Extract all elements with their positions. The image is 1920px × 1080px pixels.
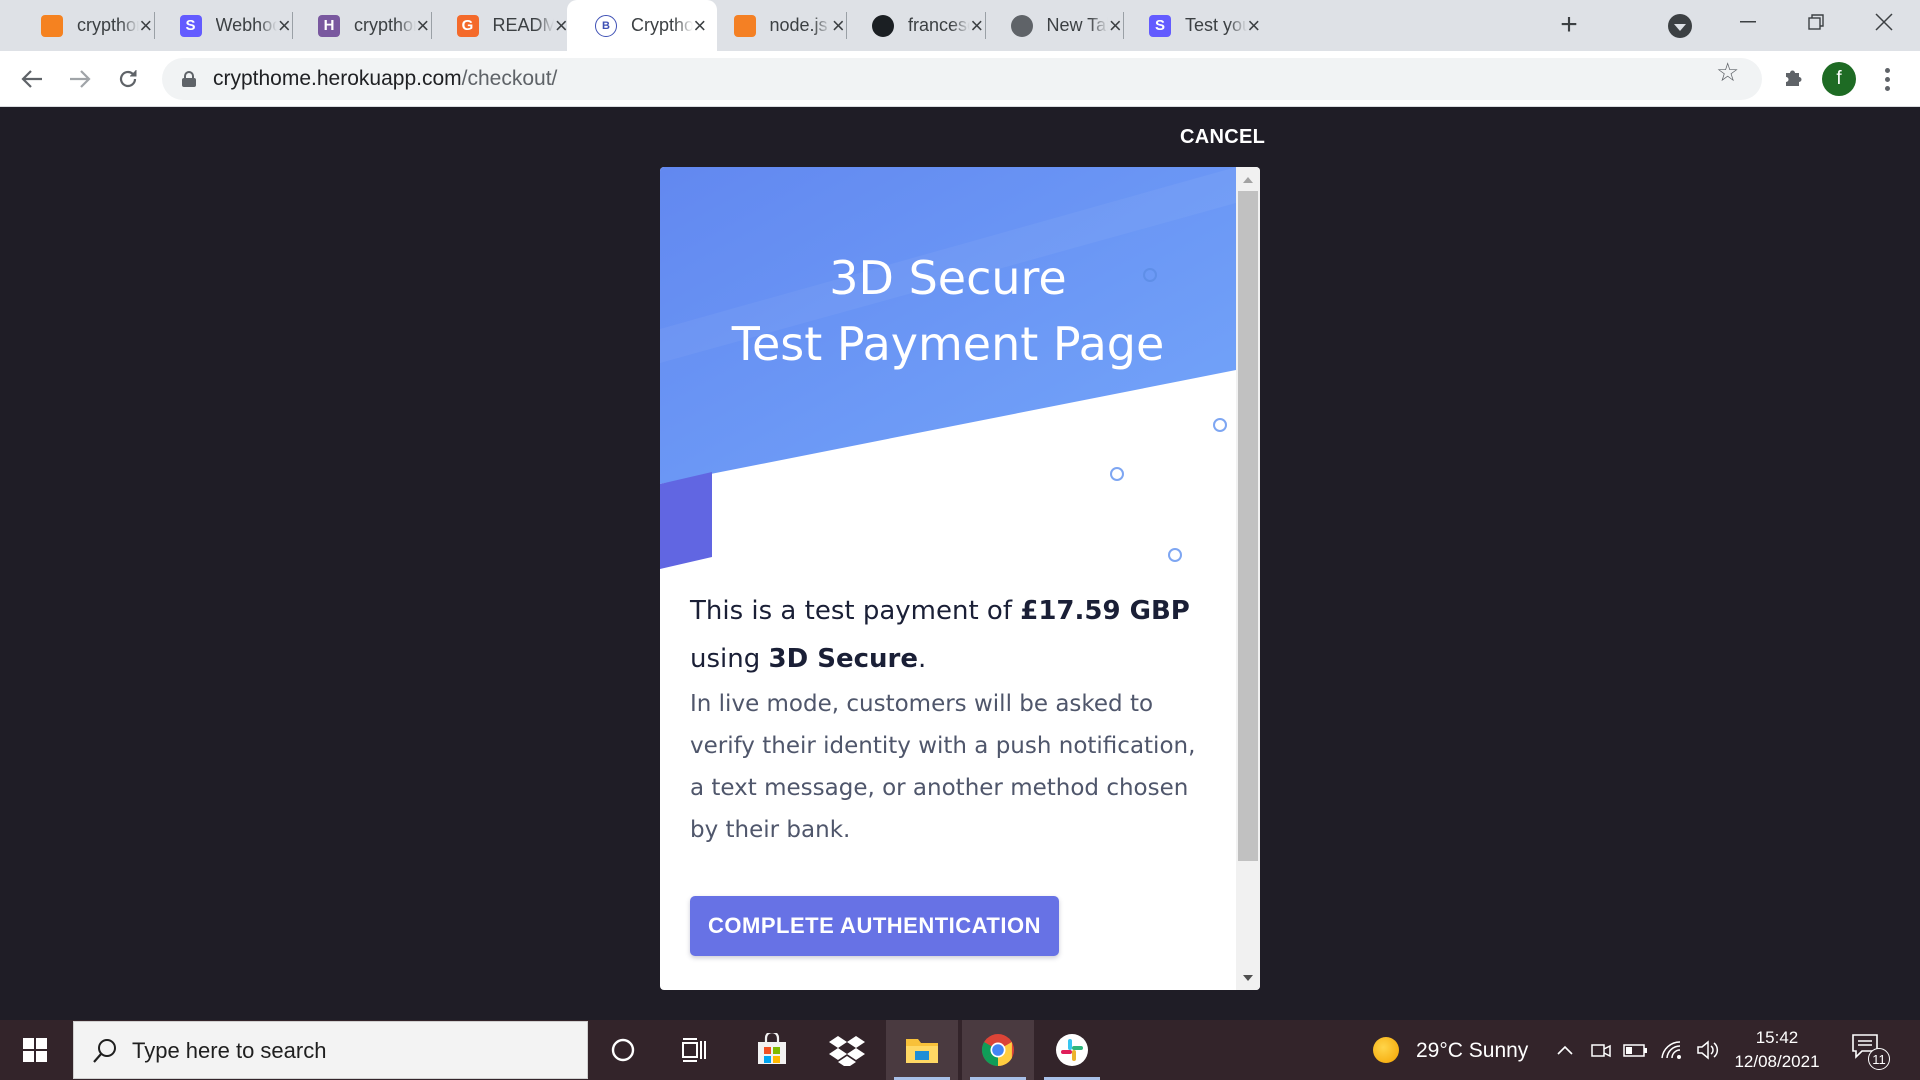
- complete-authentication-button[interactable]: COMPLETE AUTHENTICATION: [690, 896, 1059, 956]
- stripe-icon: S: [1149, 14, 1171, 37]
- tab-title: New Tab: [1046, 15, 1109, 35]
- payment-summary: This is a test payment of £17.59 GBP usi…: [690, 596, 1190, 674]
- chrome-icon: [1010, 14, 1033, 37]
- browser-tab[interactable]: node.js - ×: [706, 0, 856, 51]
- start-button[interactable]: [0, 1020, 70, 1080]
- taskbar-search-box[interactable]: Type here to search: [73, 1021, 588, 1079]
- tab-title: francesco: [908, 15, 970, 35]
- heroku-icon: H: [318, 14, 340, 37]
- tab-title: README: [492, 15, 555, 35]
- weather-text[interactable]: 29°C Sunny: [1416, 1039, 1528, 1063]
- meet-now-icon[interactable]: [1586, 1020, 1616, 1080]
- file-explorer-icon[interactable]: [886, 1020, 958, 1080]
- scroll-down-arrow-icon[interactable]: [1243, 975, 1253, 981]
- hero-background: [660, 167, 1236, 569]
- modal-scrollbar[interactable]: [1236, 167, 1260, 990]
- tab-title: Crypthome: [631, 15, 693, 35]
- github-icon: [872, 14, 894, 37]
- taskbar-clock[interactable]: 15:42 12/08/2021: [1722, 1026, 1832, 1074]
- tab-close-icon[interactable]: ×: [1247, 13, 1261, 39]
- browser-tab[interactable]: crypthome×: [13, 0, 163, 51]
- browser-tab[interactable]: francesco×: [844, 0, 994, 51]
- payment-description: In live mode, customers will be asked to…: [690, 691, 1196, 843]
- bookmark-star-icon[interactable]: ☆: [1716, 57, 1739, 88]
- profile-avatar[interactable]: f: [1822, 62, 1856, 96]
- browser-tab[interactable]: BCrypthome×: [567, 0, 717, 51]
- tab-title: Webhooks: [215, 15, 278, 35]
- close-window-icon[interactable]: [1852, 0, 1916, 44]
- browser-tab-strip: crypthome×SWebhooks×Hcrypthome×GREADME×B…: [0, 0, 1920, 51]
- tray-overflow-chevron-icon[interactable]: [1550, 1020, 1580, 1080]
- payment-modal: 3D Secure Test Payment Page This is a te…: [660, 167, 1260, 990]
- windows-logo-icon: [23, 1038, 47, 1062]
- slack-icon[interactable]: [1036, 1020, 1108, 1080]
- gitbook-icon: G: [456, 14, 479, 37]
- browser-tab[interactable]: Hcrypthome×: [290, 0, 440, 51]
- forward-button[interactable]: [60, 59, 100, 99]
- stripe-icon: S: [179, 14, 202, 37]
- scroll-thumb[interactable]: [1238, 191, 1258, 861]
- cancel-link[interactable]: CANCEL: [1180, 126, 1265, 149]
- tab-title: crypthome: [77, 15, 139, 35]
- task-view-icon[interactable]: [659, 1020, 731, 1080]
- stackoverflow-icon: [733, 14, 756, 37]
- wifi-icon[interactable]: [1656, 1020, 1688, 1080]
- browser-tab[interactable]: GREADME×: [429, 0, 579, 51]
- tab-title: crypthome: [354, 15, 416, 35]
- payment-method: 3D Secure: [768, 644, 918, 674]
- browser-toolbar: crypthome.herokuapp.com/checkout/ ☆ f: [0, 51, 1920, 107]
- dropbox-icon[interactable]: [811, 1020, 883, 1080]
- browser-tab[interactable]: SWebhooks×: [152, 0, 302, 51]
- chrome-taskbar-icon[interactable]: [962, 1020, 1034, 1080]
- notification-center-button[interactable]: 11: [1852, 1034, 1890, 1070]
- new-tab-button[interactable]: +: [1549, 4, 1589, 46]
- url-text[interactable]: crypthome.herokuapp.com/checkout/: [213, 67, 557, 91]
- battery-icon[interactable]: [1620, 1020, 1652, 1080]
- tab-title: Test your: [1185, 15, 1247, 35]
- reload-icon: [119, 70, 137, 88]
- clock-date: 12/08/2021: [1734, 1052, 1820, 1071]
- browser-tab[interactable]: New Tab×: [983, 0, 1133, 51]
- tab-search-icon[interactable]: [1668, 14, 1692, 38]
- volume-icon[interactable]: [1692, 1020, 1724, 1080]
- microsoft-store-icon[interactable]: [736, 1020, 808, 1080]
- browser-menu-icon[interactable]: [1872, 61, 1902, 97]
- browser-tab[interactable]: S Test your×: [1121, 0, 1271, 51]
- windows-taskbar: Type here to search 29°C Sunny 15:42 12/…: [0, 1020, 1920, 1080]
- restore-icon[interactable]: [1784, 0, 1848, 44]
- minimize-icon[interactable]: [1716, 0, 1780, 44]
- extensions-puzzle-icon[interactable]: [1776, 61, 1810, 95]
- address-bar[interactable]: crypthome.herokuapp.com/checkout/: [162, 58, 1762, 100]
- notification-count-badge: 11: [1868, 1048, 1890, 1070]
- back-arrow-icon: [21, 70, 42, 88]
- payment-amount: £17.59 GBP: [1020, 596, 1190, 626]
- cortana-icon[interactable]: [587, 1020, 659, 1080]
- crypthome-icon: B: [595, 14, 617, 37]
- hero-title: 3D Secure Test Payment Page: [731, 251, 1165, 371]
- orange-box-icon: [41, 14, 63, 37]
- lock-icon[interactable]: [182, 71, 196, 87]
- tab-title: node.js -: [769, 15, 832, 35]
- clock-time: 15:42: [1755, 1028, 1799, 1047]
- search-icon: [93, 1039, 116, 1063]
- forward-arrow-icon: [70, 70, 91, 88]
- back-button[interactable]: [12, 59, 52, 99]
- scroll-up-arrow-icon[interactable]: [1243, 177, 1253, 183]
- reload-button[interactable]: [108, 59, 148, 99]
- weather-sun-icon[interactable]: [1373, 1037, 1399, 1063]
- payment-copy: This is a test payment of £17.59 GBP usi…: [690, 587, 1210, 851]
